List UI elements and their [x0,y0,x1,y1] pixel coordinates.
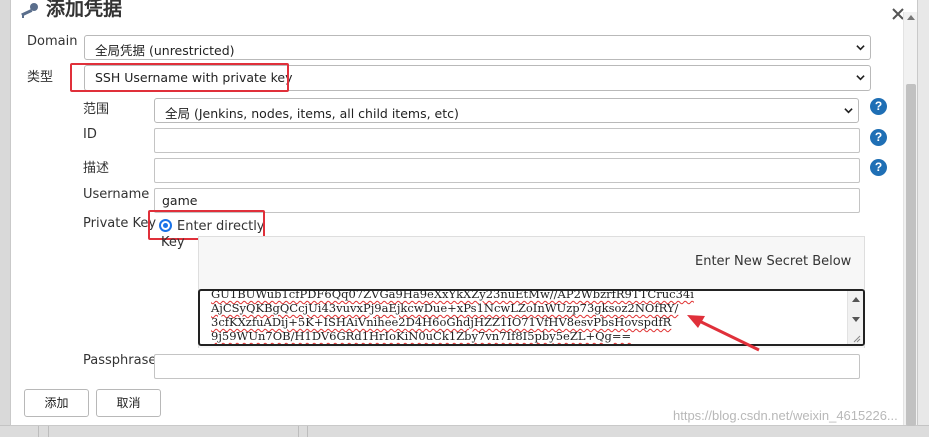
background-divider [298,425,299,437]
add-credentials-dialog: 添加凭据 Domain 全局凭据 (unrestricted) 类型 SSH U… [10,0,918,426]
id-label: ID [83,127,97,142]
passphrase-input[interactable] [154,354,860,379]
key-line: 9j59WUn7OB/H1DV6GRd1HrIoKiN0uCk1Zby7vn7I… [211,329,632,343]
passphrase-label: Passphrase [83,353,157,368]
cancel-button[interactable]: 取消 [96,389,161,417]
scroll-down-icon[interactable] [852,317,860,322]
background-footer-bar [0,425,929,437]
domain-select[interactable]: 全局凭据 (unrestricted) [84,35,871,60]
key-label: Key [161,235,185,250]
scroll-up-icon[interactable] [852,297,860,302]
key-line: 3cfKXzfuADij+5K+ISHAiVnihee2D4H6oGhdjHZZ… [211,315,672,329]
help-icon-scope[interactable]: ? [870,98,887,115]
scrollbar-thumb[interactable] [906,84,916,426]
background-divider [307,425,308,437]
id-input[interactable] [154,128,860,153]
add-button[interactable]: 添加 [24,389,89,417]
description-input[interactable] [154,158,860,183]
scope-select-value: 全局 (Jenkins, nodes, items, all child ite… [165,106,459,121]
enter-secret-hint: Enter New Secret Below [695,254,852,269]
annotation-arrow-icon [687,315,760,352]
background-divider [48,425,49,437]
domain-select-value: 全局凭据 (unrestricted) [95,43,235,58]
private-key-label: Private Key [83,216,157,231]
key-line: AjCSyQKBgQCcjUi43vuvxPj9aEjkcwDue+xPs1Nc… [211,301,679,315]
description-label: 描述 [83,161,110,176]
dialog-title: 添加凭据 [46,0,123,20]
credentials-key-icon [21,3,38,18]
help-icon-id[interactable]: ? [870,129,887,146]
highlight-box-kind [70,63,289,92]
watermark-text: https://blog.csdn.net/weixin_4615226... [673,408,898,423]
chevron-down-icon [856,75,865,81]
dialog-scrollbar[interactable] [903,12,917,426]
help-icon-description[interactable]: ? [870,159,887,176]
scope-select[interactable]: 全局 (Jenkins, nodes, items, all child ite… [154,98,859,123]
chevron-down-icon [856,45,865,51]
kind-label: 类型 [27,70,54,85]
scroll-up-icon[interactable] [907,15,915,20]
username-label: Username [83,187,150,202]
domain-label: Domain [27,34,78,49]
scope-label: 范围 [83,102,110,117]
background-divider [38,425,39,437]
chevron-down-icon [844,108,853,114]
key-line: GU1BUWub1cfPDF6Qq07ZVGa9Ha9eXxYkXZy23nuE… [211,289,694,301]
resize-handle-icon[interactable] [853,335,861,343]
